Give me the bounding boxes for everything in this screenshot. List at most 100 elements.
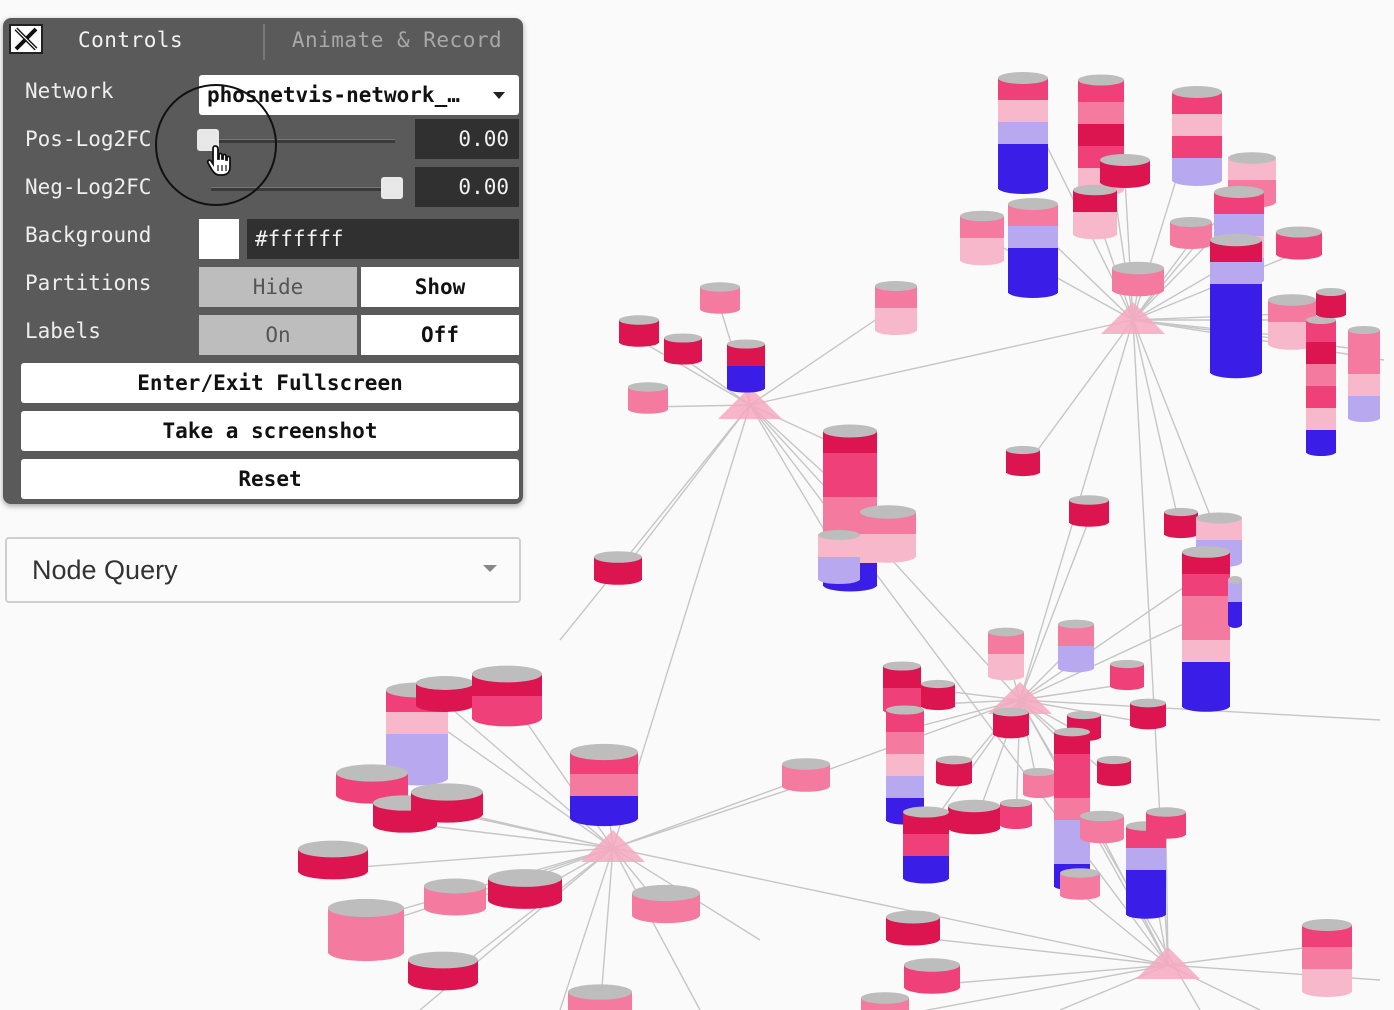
cylinder-base xyxy=(594,573,642,585)
screenshot-button[interactable]: Take a screenshot xyxy=(21,411,519,451)
cylinder-base xyxy=(960,254,1004,266)
cylinder-base xyxy=(936,777,972,787)
cylinder-segment xyxy=(1054,776,1090,799)
node-cylinder xyxy=(1276,226,1322,260)
cylinder-base xyxy=(1058,663,1094,673)
node-cylinder xyxy=(664,333,702,365)
node-cylinder xyxy=(1170,216,1212,250)
cylinder-base xyxy=(1130,720,1166,730)
fullscreen-button[interactable]: Enter/Exit Fullscreen xyxy=(21,363,519,403)
cylinder-base xyxy=(1060,890,1100,900)
node-cylinder xyxy=(1110,659,1144,691)
node-cylinder xyxy=(886,910,940,946)
cylinder-segment xyxy=(1306,364,1336,387)
cylinder-segment xyxy=(886,732,924,755)
neg-log2fc-label: Neg-Log2FC xyxy=(25,175,152,199)
tab-bar: Controls Animate & Record xyxy=(3,18,523,62)
cylinder-top xyxy=(1196,512,1242,524)
node-cylinder xyxy=(727,339,765,393)
close-button[interactable] xyxy=(9,24,43,54)
cylinder-segment xyxy=(386,712,448,735)
node-cylinder xyxy=(782,758,830,792)
cylinder-segment xyxy=(1302,947,1352,970)
cylinder-segment xyxy=(1306,408,1336,431)
cylinder-top xyxy=(1000,799,1032,807)
cylinder-top xyxy=(1069,495,1109,505)
node-cylinder xyxy=(628,382,668,414)
cylinder-base xyxy=(632,906,700,924)
cylinder-top xyxy=(1100,154,1150,166)
cylinder-top xyxy=(1130,698,1166,708)
cylinder-base xyxy=(1000,821,1032,829)
cylinder-top xyxy=(936,755,972,765)
cylinder-top xyxy=(1112,261,1164,275)
labels-label: Labels xyxy=(25,319,101,343)
cylinder-segment xyxy=(886,776,924,799)
node-cylinder xyxy=(1060,868,1100,900)
cylinder-base xyxy=(628,404,668,414)
partitions-label: Partitions xyxy=(25,271,152,295)
node-cylinder xyxy=(298,840,368,880)
node-cylinder xyxy=(328,898,404,962)
labels-on-button[interactable]: On xyxy=(199,315,357,355)
cylinder-top xyxy=(860,505,916,519)
tab-animate-record[interactable]: Animate & Record xyxy=(273,18,521,62)
node-cylinder xyxy=(1000,799,1032,829)
cylinder-top xyxy=(1228,152,1276,164)
cylinder-segment xyxy=(1008,226,1058,249)
partitions-hide-button[interactable]: Hide xyxy=(199,267,357,307)
tab-controls[interactable]: Controls xyxy=(51,18,263,62)
node-cylinder xyxy=(1069,495,1109,527)
cylinder-segment xyxy=(886,754,924,777)
cylinder-segment xyxy=(1306,386,1336,409)
cylinder-top xyxy=(472,665,542,683)
cylinder-top xyxy=(1268,294,1316,306)
cylinder-base xyxy=(886,932,940,946)
cylinder-top xyxy=(1006,445,1040,455)
cylinder-base xyxy=(903,872,949,884)
cylinder-segment xyxy=(903,834,949,857)
node-query-dropdown[interactable]: Node Query xyxy=(5,537,521,603)
network-edge xyxy=(612,783,807,849)
cylinder-segment xyxy=(998,144,1048,167)
background-color-swatch[interactable] xyxy=(199,219,239,259)
cylinder-segment xyxy=(1348,374,1380,397)
network-edge xyxy=(931,964,1169,986)
node-cylinder xyxy=(1073,184,1117,240)
cylinder-segment xyxy=(570,774,638,797)
neg-log2fc-slider-thumb[interactable] xyxy=(381,177,403,199)
background-color-input[interactable]: #ffffff xyxy=(247,219,519,259)
pos-log2fc-value[interactable]: 0.00 xyxy=(415,119,519,159)
cylinder-top xyxy=(1164,507,1198,517)
labels-off-button[interactable]: Off xyxy=(361,315,519,355)
network-edge xyxy=(1132,319,1182,533)
node-cylinder xyxy=(1302,919,1352,997)
cylinder-base xyxy=(1080,832,1124,844)
cylinder-segment xyxy=(1348,352,1380,375)
cylinder-base xyxy=(1100,176,1150,188)
cylinder-top xyxy=(1067,710,1101,720)
cylinder-top xyxy=(328,898,404,918)
node-cylinder xyxy=(1097,755,1131,787)
reset-button[interactable]: Reset xyxy=(21,459,519,499)
cylinder-top xyxy=(1182,546,1230,558)
cylinder-segment xyxy=(1182,640,1230,663)
node-cylinder xyxy=(1306,316,1336,456)
cylinder-top xyxy=(570,743,638,761)
node-cylinder xyxy=(1164,507,1198,539)
node-cylinder xyxy=(472,665,542,727)
cylinder-base xyxy=(818,573,860,585)
cylinder-segment xyxy=(1210,306,1262,329)
cylinder-base xyxy=(904,980,960,994)
node-cylinder xyxy=(488,869,562,909)
cylinder-segment xyxy=(386,734,448,757)
network-edge xyxy=(749,319,1134,406)
node-cylinder xyxy=(998,72,1048,194)
cylinder-base xyxy=(1073,228,1117,240)
node-cylinder xyxy=(568,984,632,1010)
cylinder-segment xyxy=(1078,102,1124,125)
partitions-show-button[interactable]: Show xyxy=(361,267,519,307)
neg-log2fc-value[interactable]: 0.00 xyxy=(415,167,519,207)
cylinder-base xyxy=(488,891,562,909)
cylinder-top xyxy=(1058,619,1094,629)
